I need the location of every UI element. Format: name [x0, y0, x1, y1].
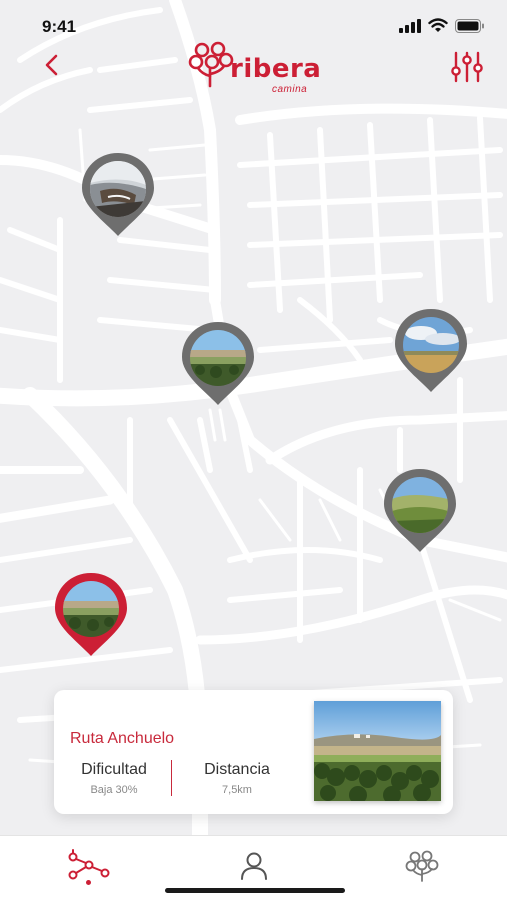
map-pin-river[interactable] [79, 151, 157, 237]
back-button[interactable] [36, 50, 66, 80]
distance-label: Distancia [204, 761, 270, 778]
tab-nature[interactable] [398, 844, 446, 888]
pin-photo-field [190, 330, 246, 386]
filter-button[interactable] [449, 50, 485, 84]
pin-photo-sky [403, 317, 459, 373]
difficulty-label: Dificultad [81, 761, 147, 778]
brand-logo: ribera camina [188, 40, 328, 96]
cellular-signal-icon [399, 18, 421, 33]
status-time: 9:41 [42, 17, 77, 36]
map-pin-sky[interactable] [392, 307, 470, 393]
home-indicator [165, 888, 345, 893]
difficulty-stat: Dificultad Baja 30% [70, 761, 158, 796]
user-icon [241, 852, 267, 880]
pin-photo-hills [392, 477, 448, 533]
wifi-icon [428, 18, 448, 32]
status-icons [399, 18, 485, 33]
map-pin-field[interactable] [179, 320, 257, 406]
distance-value: 7,5km [222, 784, 252, 796]
difficulty-value: Baja 30% [90, 784, 138, 796]
pin-photo-anchuelo [63, 581, 119, 637]
route-icon [68, 849, 110, 880]
sliders-icon [451, 51, 483, 83]
route-card[interactable]: Ruta Anchuelo Dificultad Baja 30% Distan… [54, 690, 453, 814]
stat-divider [171, 760, 172, 796]
tree-logo-icon [188, 41, 234, 88]
active-tab-indicator [86, 880, 91, 885]
route-title: Ruta Anchuelo [70, 730, 175, 747]
battery-icon [455, 18, 484, 33]
brand-name: ribera [230, 54, 322, 84]
tab-profile[interactable] [230, 844, 278, 888]
chevron-left-icon [45, 54, 58, 76]
map-pin-anchuelo-selected[interactable] [52, 571, 130, 657]
pin-photo-river [90, 161, 146, 217]
distance-stat: Distancia 7,5km [192, 761, 282, 796]
route-photo [314, 701, 441, 801]
map-pin-hills[interactable] [381, 467, 459, 553]
tree-icon [405, 850, 439, 882]
brand-tagline: camina [272, 84, 308, 95]
app-header: ribera camina [0, 36, 507, 100]
